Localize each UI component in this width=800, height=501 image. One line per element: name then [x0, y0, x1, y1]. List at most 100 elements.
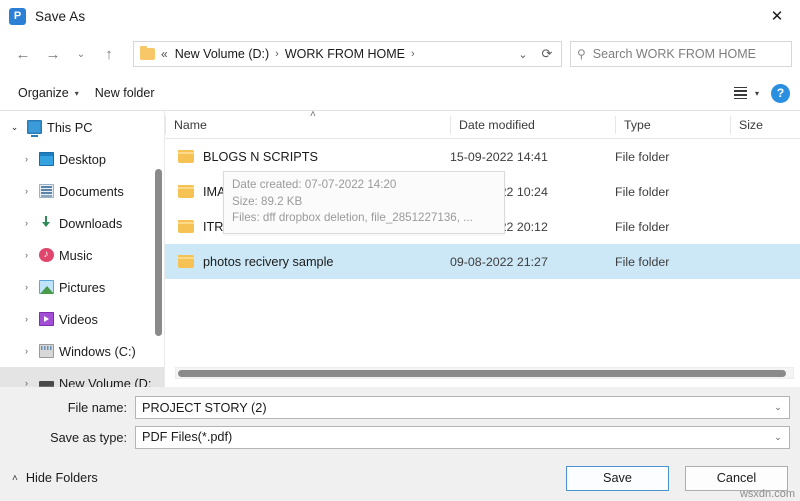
- dialog-body: ⌄ This PC › Desktop › Documents › Downloads › Mus…: [0, 109, 800, 387]
- folder-icon: [178, 184, 194, 198]
- breadcrumb-item-folder[interactable]: WORK FROM HOME: [282, 47, 408, 61]
- table-row[interactable]: BLOGS N SCRIPTS 15-09-2022 14:41 File fold…: [165, 139, 800, 174]
- chevron-right-icon[interactable]: ›: [18, 154, 35, 164]
- save-as-type-value[interactable]: PDF Files(*.pdf): [136, 427, 767, 448]
- chevron-right-icon[interactable]: ›: [18, 218, 35, 228]
- sidebar-item-label: Music: [59, 247, 93, 263]
- folder-icon: [140, 45, 155, 60]
- view-list-icon[interactable]: [730, 82, 752, 104]
- folder-icon: [178, 254, 194, 268]
- column-header-size[interactable]: Size: [730, 115, 800, 134]
- chevron-right-icon[interactable]: ›: [18, 282, 35, 292]
- drive-icon-glyph: [38, 344, 54, 358]
- tooltip-size: Size: 89.2 KB: [232, 194, 303, 208]
- chevron-down-icon[interactable]: ⌄: [767, 432, 789, 443]
- sidebar-item-pictures[interactable]: › Pictures: [0, 271, 164, 303]
- table-row[interactable]: photos recivery sample 09-08-2022 21:27 Fi…: [165, 244, 800, 279]
- column-headers: ˄ Name Date modified Type Size: [165, 109, 800, 139]
- chevron-up-icon: ˄: [12, 472, 18, 484]
- sidebar-item-this-pc[interactable]: ⌄ This PC: [0, 111, 164, 143]
- new-folder-label: New folder: [94, 86, 155, 100]
- navigation-bar: ← → ⌄ ↑ « New Volume (D:) › WORK FROM HO…: [0, 32, 800, 76]
- address-bar[interactable]: « New Volume (D:) › WORK FROM HOME › ⌄ ⟳: [133, 41, 562, 67]
- file-row-date: 09-08-2022 21:27: [450, 254, 548, 269]
- back-icon[interactable]: ←: [8, 39, 38, 69]
- chevron-down-icon[interactable]: ⌄: [767, 402, 789, 413]
- chevron-down-icon[interactable]: ⌄: [6, 122, 23, 133]
- chevron-right-icon[interactable]: ›: [18, 314, 35, 324]
- hide-folders-button[interactable]: ˄ Hide Folders: [12, 471, 98, 485]
- desktop-icon: [35, 152, 57, 166]
- file-row-type: File folder: [615, 254, 670, 269]
- organize-label: Organize: [18, 86, 69, 100]
- chevron-right-icon[interactable]: ›: [18, 250, 35, 260]
- sidebar-item-videos[interactable]: › Videos: [0, 303, 164, 335]
- cancel-button[interactable]: Cancel: [685, 465, 788, 491]
- save-as-type-label: Save as type:: [50, 430, 127, 445]
- breadcrumb-separator-2[interactable]: ›: [408, 48, 418, 60]
- downloads-icon-glyph: [39, 216, 54, 230]
- drive-icon-glyph: [38, 381, 54, 387]
- search-box[interactable]: ⚲: [570, 41, 792, 67]
- chevron-down-icon: ▾: [74, 88, 79, 98]
- drive-icon: [35, 344, 57, 358]
- chevron-down-icon[interactable]: ⌄: [511, 42, 535, 66]
- file-tooltip: Date created: 07-07-2022 14:20 Size: 89.…: [223, 171, 505, 234]
- sidebar-item-label: Pictures: [59, 279, 106, 295]
- save-as-type-row: Save as type: PDF Files(*.pdf) ⌄: [10, 425, 790, 450]
- horizontal-scrollbar-thumb[interactable]: [178, 369, 786, 377]
- videos-icon: [35, 312, 57, 326]
- breadcrumb-overflow[interactable]: «: [155, 47, 172, 61]
- videos-icon-glyph: [38, 312, 54, 326]
- monitor-icon-glyph: [26, 120, 42, 137]
- up-icon[interactable]: ↑: [94, 39, 124, 69]
- sidebar-item-label: Downloads: [59, 215, 123, 231]
- help-icon[interactable]: ?: [771, 83, 790, 103]
- horizontal-scrollbar-track[interactable]: [175, 367, 794, 379]
- chevron-right-icon[interactable]: ›: [18, 186, 35, 196]
- file-name-input[interactable]: [136, 397, 767, 418]
- refresh-icon[interactable]: ⟳: [535, 42, 559, 66]
- sidebar-item-desktop[interactable]: › Desktop: [0, 143, 164, 175]
- search-input[interactable]: [592, 47, 785, 61]
- file-row-name-cell: photos recivery sample: [165, 254, 450, 269]
- chevron-right-icon[interactable]: ›: [18, 346, 35, 356]
- close-icon[interactable]: ✕: [754, 0, 800, 32]
- sidebar-item-windows-c[interactable]: › Windows (C:): [0, 335, 164, 367]
- dialog-footer: ˄ Hide Folders Save Cancel wsxdn.com: [0, 455, 800, 501]
- sidebar-vertical-scrollbar[interactable]: [155, 169, 162, 336]
- forward-icon[interactable]: →: [38, 39, 68, 69]
- breadcrumb-separator-1[interactable]: ›: [272, 48, 282, 60]
- save-form: File name: ⌄ Save as type: PDF Files(*.p…: [0, 387, 800, 455]
- organize-button[interactable]: Organize ▾: [10, 81, 87, 105]
- save-button[interactable]: Save: [566, 465, 669, 491]
- folder-tree: ⌄ This PC › Desktop › Documents › Downloads › Mus…: [0, 111, 164, 387]
- file-list-pane: ˄ Name Date modified Type Size BLOGS N S…: [165, 109, 800, 387]
- watermark: wsxdn.com: [739, 488, 795, 500]
- sidebar-item-new-volume-d[interactable]: › New Volume (D:: [0, 367, 164, 387]
- breadcrumb-item-drive[interactable]: New Volume (D:): [172, 47, 272, 61]
- sidebar-item-music[interactable]: › Music: [0, 239, 164, 271]
- save-as-type-field[interactable]: PDF Files(*.pdf) ⌄: [135, 426, 790, 449]
- sidebar-item-documents[interactable]: › Documents: [0, 175, 164, 207]
- file-row-name: photos recivery sample: [203, 254, 334, 269]
- file-name-field[interactable]: ⌄: [135, 396, 790, 419]
- sidebar-item-label: Desktop: [59, 151, 106, 167]
- column-header-name[interactable]: Name: [165, 115, 450, 134]
- sort-ascending-icon: ˄: [310, 109, 316, 120]
- file-name-label: File name:: [67, 400, 127, 415]
- column-header-type[interactable]: Type: [615, 115, 730, 134]
- command-bar: Organize ▾ New folder ▾ ?: [0, 76, 800, 111]
- window-title: Save As: [35, 8, 86, 24]
- column-header-date-modified[interactable]: Date modified: [450, 115, 615, 134]
- file-row-type: File folder: [615, 184, 670, 199]
- file-row-name: BLOGS N SCRIPTS: [203, 149, 318, 164]
- view-options-chevron-down-icon[interactable]: ▾: [752, 89, 767, 98]
- desktop-icon-glyph: [38, 152, 54, 166]
- chevron-right-icon[interactable]: ›: [18, 378, 35, 387]
- file-row-type: File folder: [615, 219, 670, 234]
- tooltip-date-created: Date created: 07-07-2022 14:20: [232, 178, 397, 191]
- new-folder-button[interactable]: New folder: [87, 81, 163, 105]
- recent-locations-icon[interactable]: ⌄: [68, 39, 94, 69]
- sidebar-item-downloads[interactable]: › Downloads: [0, 207, 164, 239]
